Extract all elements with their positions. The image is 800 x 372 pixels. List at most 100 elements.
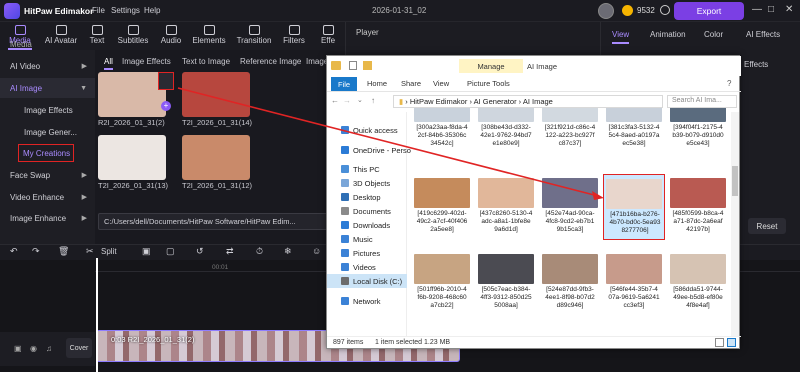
lock-icon[interactable]: ▣ xyxy=(14,344,22,353)
ribbon-home-tab[interactable]: Home xyxy=(367,79,387,88)
export-button[interactable]: Export xyxy=(674,2,744,20)
add-icon[interactable]: + xyxy=(161,101,171,111)
media-thumb-r2i-2[interactable] xyxy=(98,72,166,117)
sidebar-item-image-enhance[interactable]: Image Enhance ▶ xyxy=(0,208,95,228)
help-icon[interactable]: ? xyxy=(727,79,731,88)
sidebar-item-image-effects[interactable]: Image Effects xyxy=(0,100,95,120)
sidebar-item-face-swap[interactable]: Face Swap ▶ xyxy=(0,165,95,185)
mirror-icon[interactable]: ⇄ xyxy=(226,246,234,257)
breadcrumb-ai-generator[interactable]: AI Generator xyxy=(474,97,517,106)
ribbon-view-tab[interactable]: View xyxy=(433,79,449,88)
file-tile[interactable]: [501ff96b-2010-4 f6b-9208-468c60 a7cb22] xyxy=(411,250,473,316)
recent-dropdown-icon[interactable]: ⌄ xyxy=(357,96,363,104)
nav-item[interactable]: Pictures xyxy=(327,246,407,260)
file-tile[interactable]: [300a23aa-f8da-4 2cf-84b6-35306c 34542c] xyxy=(411,108,473,164)
sidebar-item-image-generator[interactable]: Image Gener... xyxy=(0,122,95,142)
ribbon-file-tab[interactable]: File xyxy=(331,77,357,91)
file-tile[interactable]: [586dda51-9744- 49ee-b5d8-ef80e 4f8e4af] xyxy=(667,250,729,316)
file-tile[interactable]: [505c7eac-b384- 4ff3-9312-850d25 5008aa] xyxy=(475,250,537,316)
delete-icon[interactable]: 🗑 xyxy=(58,246,69,257)
nav-item[interactable]: 3D Objects xyxy=(327,176,407,190)
ribbon-share-tab[interactable]: Share xyxy=(401,79,421,88)
file-tile[interactable]: [546fe44-35b7-4 07a-9619-5a6241 cc3ef3] xyxy=(603,250,665,316)
reset-button[interactable]: Reset xyxy=(748,218,786,234)
media-tab-reference-image[interactable]: Reference Image xyxy=(240,57,301,66)
crop-icon[interactable]: ▣ xyxy=(142,246,151,257)
vertical-scrollbar[interactable] xyxy=(731,112,739,336)
media-thumb-t2i-14[interactable] xyxy=(182,72,250,117)
nav-item[interactable]: Local Disk (C:) xyxy=(327,274,407,288)
breadcrumb-ai-image[interactable]: AI Image xyxy=(523,97,553,106)
nav-item[interactable]: Documents xyxy=(327,204,407,218)
menu-help[interactable]: Help xyxy=(144,6,160,15)
media-tab-all[interactable]: All xyxy=(104,57,113,70)
details-view-icon[interactable] xyxy=(715,338,724,347)
breadcrumb-hitpaw[interactable]: HitPaw Edimakor xyxy=(410,97,468,106)
tab-view[interactable]: View xyxy=(612,30,630,44)
forward-icon[interactable]: → xyxy=(343,96,351,105)
minimize-icon[interactable]: — xyxy=(752,4,762,15)
properties-icon[interactable] xyxy=(349,61,357,70)
menu-file[interactable]: File xyxy=(92,6,105,15)
playhead[interactable] xyxy=(96,258,98,372)
file-tile[interactable]: [419c6299-402d- 49c2-a7cf-40f406 2a5ee8] xyxy=(411,174,473,240)
close-icon[interactable]: ✕ xyxy=(785,4,793,15)
media-tab-image-effects[interactable]: Image Effects xyxy=(122,57,171,66)
redo-icon[interactable]: ↷ xyxy=(32,246,40,257)
nav-item[interactable]: Quick access xyxy=(327,123,407,137)
tab-effects[interactable]: Effe xyxy=(312,24,344,49)
tab-color[interactable]: Color xyxy=(704,30,723,39)
freeze-icon[interactable]: ❄ xyxy=(284,246,292,257)
nav-item[interactable]: OneDrive - Perso xyxy=(327,143,411,157)
tab-subtitles[interactable]: Subtitles xyxy=(112,24,154,49)
sidebar-item-my-creations[interactable]: My Creations xyxy=(18,144,74,162)
up-icon[interactable]: ↑ xyxy=(371,96,375,105)
tab-elements[interactable]: Elements xyxy=(188,24,230,49)
sidebar-item-video-enhance[interactable]: Video Enhance ▶ xyxy=(0,187,95,207)
file-tile[interactable]: [524e87dd-9fb3- 4ee1-8f98-b07d2 d89c946] xyxy=(539,250,601,316)
sidebar-item-ai-image[interactable]: AI Image ▼ xyxy=(0,78,95,98)
nav-item[interactable]: Network xyxy=(327,294,407,308)
file-tile[interactable]: [394f04f1-2175-4 b39-b079-d910d0 e5ce43] xyxy=(667,108,729,164)
image-badge-icon[interactable] xyxy=(158,72,174,90)
nav-item[interactable]: Downloads xyxy=(327,218,407,232)
visibility-icon[interactable]: ◉ xyxy=(30,344,37,353)
add-coins-icon[interactable] xyxy=(660,5,670,15)
tab-ai-effects[interactable]: AI Effects xyxy=(746,30,780,39)
tab-transition[interactable]: Transition xyxy=(232,24,276,49)
tab-animation[interactable]: Animation xyxy=(650,30,686,39)
rotate-icon[interactable]: ↺ xyxy=(196,246,204,257)
text-icon[interactable]: ▢ xyxy=(166,246,175,257)
maximize-icon[interactable]: □ xyxy=(768,4,774,15)
sidebar-item-ai-video[interactable]: AI Video ▶ xyxy=(0,56,95,76)
back-icon[interactable]: ← xyxy=(331,96,339,105)
new-folder-icon[interactable] xyxy=(363,61,372,70)
address-bar[interactable]: ▮ › HitPaw Edimakor › AI Generator › AI … xyxy=(393,95,663,108)
file-tile[interactable]: [485f0599-b8ca-4 a71-87dc-2a6eaf 42197b] xyxy=(667,174,729,240)
media-thumb-t2i-12[interactable] xyxy=(182,135,250,180)
nav-item[interactable]: Desktop xyxy=(327,190,407,204)
sidebar-item-media-partial[interactable]: Media xyxy=(0,38,95,50)
media-thumb-t2i-13[interactable] xyxy=(98,135,166,180)
file-tile[interactable]: [321f921d-c86c-4 122-a223-bc927f c87c37] xyxy=(539,108,601,164)
file-tile[interactable]: [437c8260-5130-4 adc-a8a1-1bfe8e 9a6d1d] xyxy=(475,174,537,240)
media-path-field[interactable]: C:/Users/dell/Documents/HitPaw Software/… xyxy=(98,213,342,230)
effects-subtab[interactable]: Effects xyxy=(744,60,768,69)
mute-icon[interactable]: ♫ xyxy=(46,344,52,353)
file-tile[interactable]: [452e74ad-90ca- 4fc8-9cd2-eb7b1 9b15ca3] xyxy=(539,174,601,240)
file-tile[interactable]: [381c3fa3-5132-4 5c4-8aed-a0197a ec5e38] xyxy=(603,108,665,164)
speed-icon[interactable]: ⏱ xyxy=(256,246,263,257)
tab-audio[interactable]: Audio xyxy=(154,24,188,49)
menu-settings[interactable]: Settings xyxy=(111,6,140,15)
undo-icon[interactable]: ↶ xyxy=(10,246,18,257)
nav-item[interactable]: This PC xyxy=(327,162,407,176)
file-tile[interactable]: [471b16ba-b276- 4b70-bd0c-5ea93 8277706] xyxy=(603,174,665,240)
avatar[interactable] xyxy=(598,3,614,19)
tab-filters[interactable]: Filters xyxy=(278,24,310,49)
scrollbar-thumb[interactable] xyxy=(732,166,738,196)
manage-tab[interactable]: Manage xyxy=(459,59,523,73)
ribbon-picture-tools-tab[interactable]: Picture Tools xyxy=(467,79,510,88)
cover-button[interactable]: Cover xyxy=(66,338,92,358)
nav-item[interactable]: Videos xyxy=(327,260,407,274)
file-tile[interactable]: [308be43d-d332- 42e1-9762-94bd7 e1e80e9] xyxy=(475,108,537,164)
